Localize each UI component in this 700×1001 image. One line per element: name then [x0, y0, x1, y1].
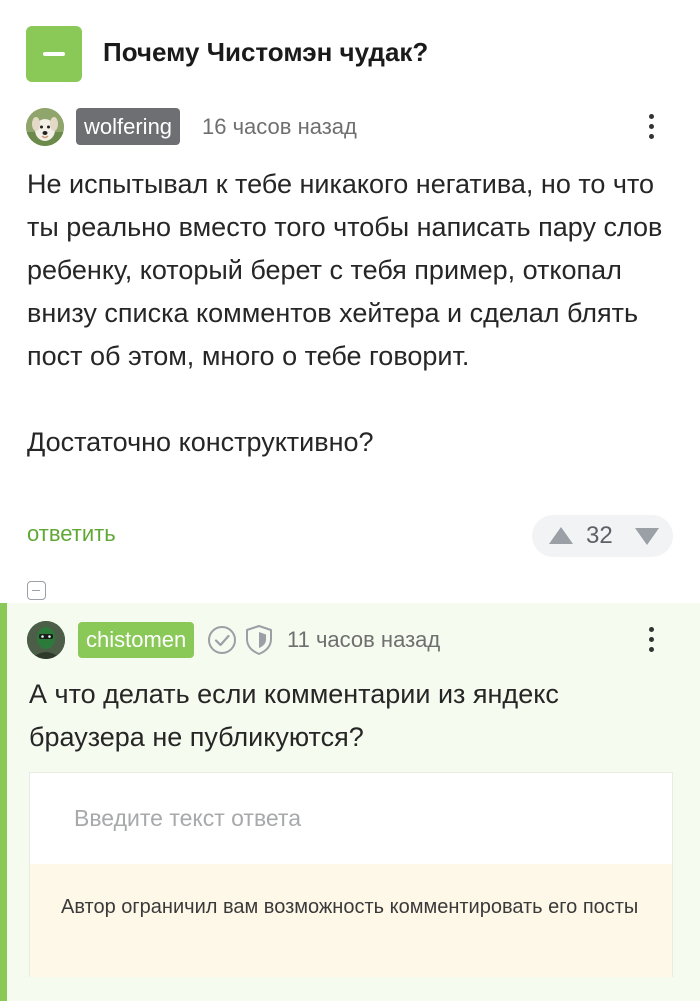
shield-icon[interactable]: [244, 624, 274, 656]
author-avatar[interactable]: [27, 621, 65, 659]
post-title[interactable]: Почему Чистомэн чудак?: [103, 35, 428, 69]
reply-button[interactable]: ответить: [27, 520, 116, 548]
comment-text: А что делать если комментарии из яндекс …: [29, 679, 559, 752]
author-avatar[interactable]: [26, 108, 64, 146]
masked-person-avatar-icon: [27, 621, 65, 659]
comments-page: Почему Чистомэн чудак? wolfering 16 часо…: [0, 0, 700, 1001]
comment-text: Не испытывал к тебе никакого негатива, н…: [27, 163, 667, 464]
collapse-post-button[interactable]: [26, 26, 82, 82]
rating-control: 32: [532, 515, 673, 557]
comment-time[interactable]: 16 часов назад: [202, 112, 357, 142]
reply-form: Автор ограничил вам возможность комменти…: [29, 772, 673, 977]
verified-icon[interactable]: [207, 625, 237, 655]
minus-icon: [43, 52, 65, 56]
comment-paragraph: Не испытывал к тебе никакого негатива, н…: [27, 169, 663, 371]
restriction-notice: Автор ограничил вам возможность комменти…: [30, 864, 672, 977]
more-options-icon[interactable]: [646, 625, 656, 655]
comment-time[interactable]: 11 часов назад: [287, 625, 440, 655]
post-header: Почему Чистомэн чудак?: [0, 0, 700, 106]
comment-paragraph: Достаточно конструктивно?: [27, 427, 374, 457]
collapse-thread-button[interactable]: [27, 581, 46, 600]
rating-count: 32: [586, 522, 613, 549]
downvote-arrow-icon[interactable]: [635, 528, 659, 545]
reply-input[interactable]: [30, 773, 672, 863]
upvote-arrow-icon[interactable]: [549, 527, 573, 544]
restriction-notice-text: Автор ограничил вам возможность комменти…: [61, 896, 639, 918]
dog-avatar-icon: [26, 108, 64, 146]
more-options-icon[interactable]: [646, 112, 656, 142]
author-name[interactable]: wolfering: [76, 108, 181, 145]
author-name[interactable]: chistomen: [78, 622, 195, 658]
thread-branch-line[interactable]: [0, 603, 7, 1001]
minus-icon: [32, 589, 40, 591]
